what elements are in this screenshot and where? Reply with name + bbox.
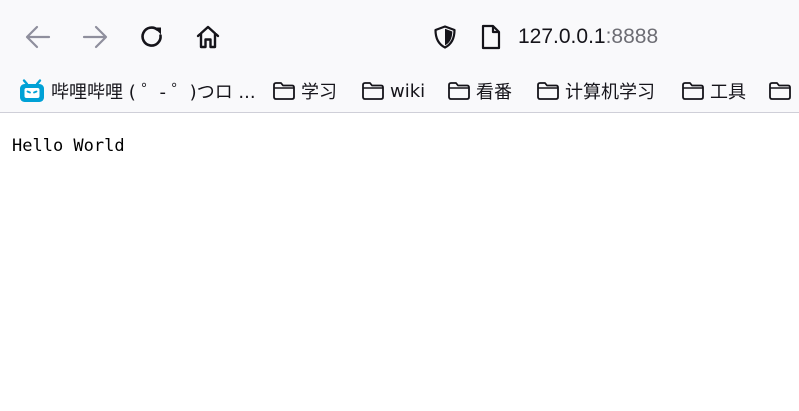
folder-icon — [769, 82, 791, 100]
bookmark-bilibili[interactable]: 哔哩哔哩 ( ゜- ゜)つロ ... — [18, 74, 256, 108]
forward-button[interactable] — [80, 22, 110, 52]
folder-icon — [273, 82, 295, 100]
bookmark-label: wiki — [390, 80, 426, 102]
bookmark-label: 计算机学习 — [565, 82, 655, 103]
bookmark-label: 工具 — [710, 82, 746, 103]
reload-icon — [141, 26, 162, 47]
bookmark-folder-partial[interactable] — [768, 74, 792, 108]
bookmark-label: 学习 — [301, 82, 337, 103]
home-button[interactable] — [193, 22, 223, 52]
back-button[interactable] — [23, 22, 53, 52]
tracking-protection-shield-icon[interactable] — [432, 24, 458, 50]
arrow-right-icon — [82, 25, 108, 49]
reload-button[interactable] — [137, 22, 167, 52]
url-port: :8888 — [605, 25, 659, 48]
bookmark-folder-cs-study[interactable]: 计算机学习 — [536, 74, 655, 108]
url-host: 127.0.0.1 — [518, 25, 606, 48]
bilibili-icon — [20, 79, 44, 102]
page-body-text: Hello World — [12, 136, 125, 156]
bookmark-label: 看番 — [476, 82, 512, 103]
bookmark-label: 哔哩哔哩 ( ゜- ゜)つロ ... — [51, 82, 256, 103]
navigation-toolbar: 127.0.0.1:8888 — [0, 0, 799, 74]
arrow-left-icon — [25, 25, 51, 49]
bookmarks-toolbar: 哔哩哔哩 ( ゜- ゜)つロ ... 学习 wiki 看番 计算机学习 工具 — [0, 74, 799, 112]
bookmark-folder-wiki[interactable]: wiki — [361, 74, 425, 108]
page-info-icon[interactable] — [478, 23, 504, 51]
bookmark-folder-anime[interactable]: 看番 — [447, 74, 512, 108]
bookmark-folder-learn[interactable]: 学习 — [272, 74, 337, 108]
page-content: Hello World — [0, 113, 799, 411]
bookmark-folder-tools[interactable]: 工具 — [681, 74, 746, 108]
address-bar[interactable]: 127.0.0.1:8888 — [420, 18, 799, 56]
folder-icon — [682, 82, 704, 100]
folder-icon — [362, 82, 384, 100]
home-icon — [196, 25, 220, 49]
url-text[interactable]: 127.0.0.1:8888 — [518, 23, 658, 51]
folder-icon — [448, 82, 470, 100]
browser-window: 127.0.0.1:8888 哔哩哔哩 ( ゜- ゜)つロ ... 学习 wik… — [0, 0, 799, 411]
folder-icon — [537, 82, 559, 100]
